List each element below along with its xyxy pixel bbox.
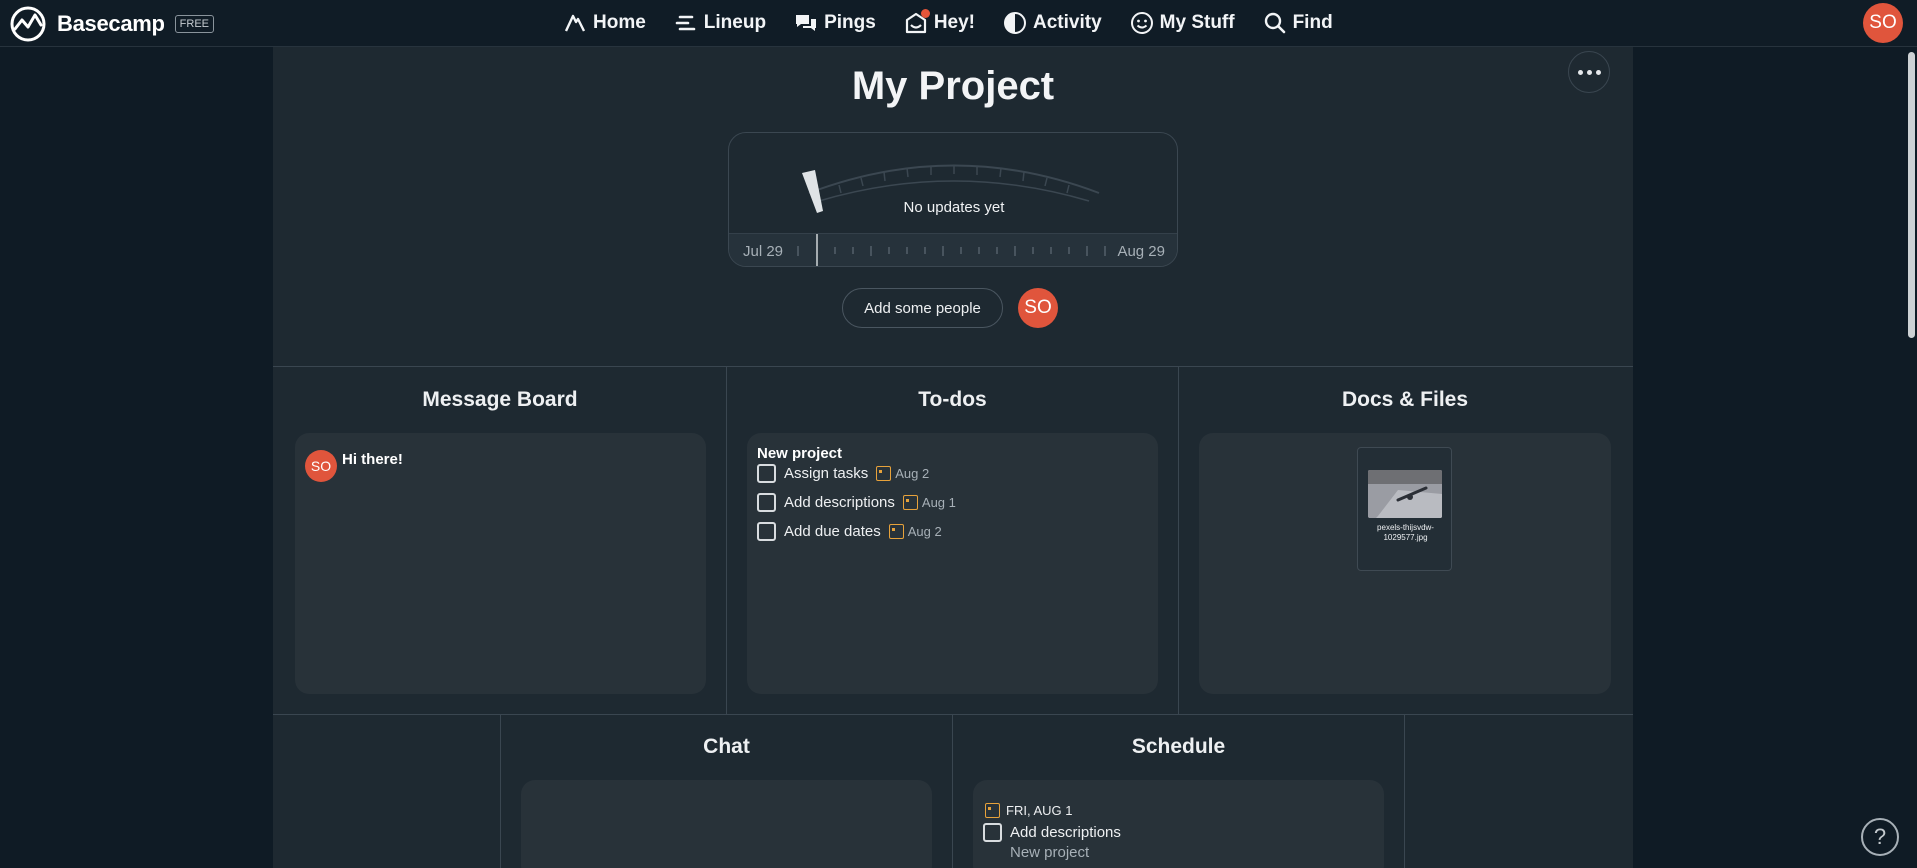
user-avatar[interactable]: SO bbox=[1863, 3, 1903, 43]
todo-item: Add descriptions Aug 1 bbox=[757, 493, 956, 512]
calendar-icon bbox=[985, 803, 1000, 818]
nav-find[interactable]: Find bbox=[1263, 10, 1333, 36]
file-tile[interactable]: pexels-thijsvdw-1029577.jpg bbox=[1357, 447, 1452, 571]
nav-mystuff[interactable]: My Stuff bbox=[1130, 10, 1235, 36]
nav-lineup[interactable]: Lineup bbox=[674, 10, 766, 36]
project-member-avatar[interactable]: SO bbox=[1018, 288, 1058, 328]
schedule-title[interactable]: Schedule bbox=[973, 735, 1384, 759]
column-divider bbox=[500, 714, 501, 868]
nav-find-label: Find bbox=[1292, 12, 1333, 33]
basecamp-logo-icon bbox=[10, 6, 46, 42]
calendar-icon bbox=[876, 466, 892, 481]
nav-activity-label: Activity bbox=[1033, 12, 1102, 33]
message-title[interactable]: Hi there! bbox=[342, 451, 403, 468]
chat-title[interactable]: Chat bbox=[521, 735, 932, 759]
nav-activity[interactable]: Activity bbox=[1003, 10, 1102, 36]
nav-hey[interactable]: Hey! bbox=[904, 9, 975, 36]
todo-due-date: Aug 2 bbox=[895, 466, 930, 481]
search-icon bbox=[1264, 12, 1285, 34]
hill-gauge-graphic bbox=[802, 164, 1100, 213]
nav-pings-label: Pings bbox=[824, 12, 876, 33]
todo-item: Add due dates Aug 2 bbox=[757, 522, 942, 541]
schedule-date: FRI, AUG 1 bbox=[985, 803, 1072, 818]
nav-hey-label: Hey! bbox=[933, 12, 975, 33]
brand-name: Basecamp bbox=[57, 11, 165, 36]
lineup-icon bbox=[675, 15, 696, 31]
todos-title[interactable]: To-dos bbox=[747, 388, 1158, 412]
top-nav-bar: Basecamp FREE Home Lineup Pings Hey! Act… bbox=[0, 0, 1917, 47]
activity-icon bbox=[1004, 12, 1026, 34]
todo-checkbox[interactable] bbox=[757, 522, 776, 541]
nav-lineup-label: Lineup bbox=[703, 12, 767, 33]
hill-status-message: No updates yet bbox=[903, 199, 1005, 216]
add-people-button[interactable]: Add some people bbox=[842, 288, 1003, 328]
nav-pings[interactable]: Pings bbox=[794, 10, 876, 36]
column-divider bbox=[1178, 366, 1179, 714]
chat-card[interactable] bbox=[521, 780, 932, 868]
section-divider bbox=[273, 366, 1633, 367]
nav-home[interactable]: Home bbox=[563, 10, 646, 36]
message-board-title[interactable]: Message Board bbox=[294, 388, 706, 412]
column-divider bbox=[726, 366, 727, 714]
notification-dot bbox=[920, 9, 930, 18]
schedule-date-label: FRI, AUG 1 bbox=[1006, 803, 1073, 818]
calendar-icon bbox=[888, 524, 904, 539]
help-button[interactable]: ? bbox=[1861, 818, 1899, 856]
column-divider bbox=[1404, 714, 1405, 868]
message-board-card[interactable] bbox=[295, 433, 706, 694]
section-divider bbox=[273, 714, 1633, 715]
timeline-strip: Jul 29 Aug 29 bbox=[729, 233, 1177, 266]
pings-icon bbox=[796, 15, 817, 31]
smiley-icon bbox=[1130, 12, 1153, 34]
file-thumbnail bbox=[1368, 470, 1442, 518]
todo-due-date: Aug 1 bbox=[921, 495, 956, 510]
calendar-icon bbox=[902, 495, 918, 510]
todo-label[interactable]: Add descriptions bbox=[784, 494, 895, 511]
message-author-avatar: SO bbox=[305, 450, 337, 482]
schedule-checkbox[interactable] bbox=[983, 823, 1002, 842]
timeline-ticks bbox=[797, 234, 1106, 266]
nav-home-label: Home bbox=[593, 12, 646, 33]
home-icon bbox=[564, 14, 586, 32]
todo-list-name[interactable]: New project bbox=[757, 445, 842, 462]
image-thumbnail-icon bbox=[1368, 470, 1442, 518]
hill-chart[interactable]: No updates yet Jul 29 Aug 29 bbox=[728, 132, 1178, 267]
schedule-item: Add descriptions bbox=[983, 823, 1121, 842]
file-name: pexels-thijsvdw-1029577.jpg bbox=[1377, 523, 1434, 542]
nav-mystuff-label: My Stuff bbox=[1159, 12, 1235, 33]
todo-label[interactable]: Assign tasks bbox=[784, 465, 868, 482]
todo-due-date: Aug 2 bbox=[907, 524, 942, 539]
todo-item: Assign tasks Aug 2 bbox=[757, 464, 929, 483]
brand[interactable]: Basecamp FREE bbox=[9, 5, 215, 43]
todo-label[interactable]: Add due dates bbox=[784, 523, 881, 540]
project-title: My Project bbox=[851, 64, 1055, 108]
main-nav: Home Lineup Pings Hey! Activity My Stuff bbox=[563, 9, 1333, 36]
docs-files-title[interactable]: Docs & Files bbox=[1199, 388, 1611, 412]
column-divider bbox=[952, 714, 953, 868]
schedule-item-project: New project bbox=[1010, 844, 1090, 861]
todo-checkbox[interactable] bbox=[757, 464, 776, 483]
todo-checkbox[interactable] bbox=[757, 493, 776, 512]
schedule-item-label[interactable]: Add descriptions bbox=[1010, 824, 1121, 841]
plan-badge: FREE bbox=[174, 15, 215, 33]
timeline-end-date: Aug 29 bbox=[1117, 243, 1165, 260]
scrollbar-thumb[interactable] bbox=[1908, 52, 1915, 338]
hey-icon-wrap bbox=[904, 9, 930, 35]
